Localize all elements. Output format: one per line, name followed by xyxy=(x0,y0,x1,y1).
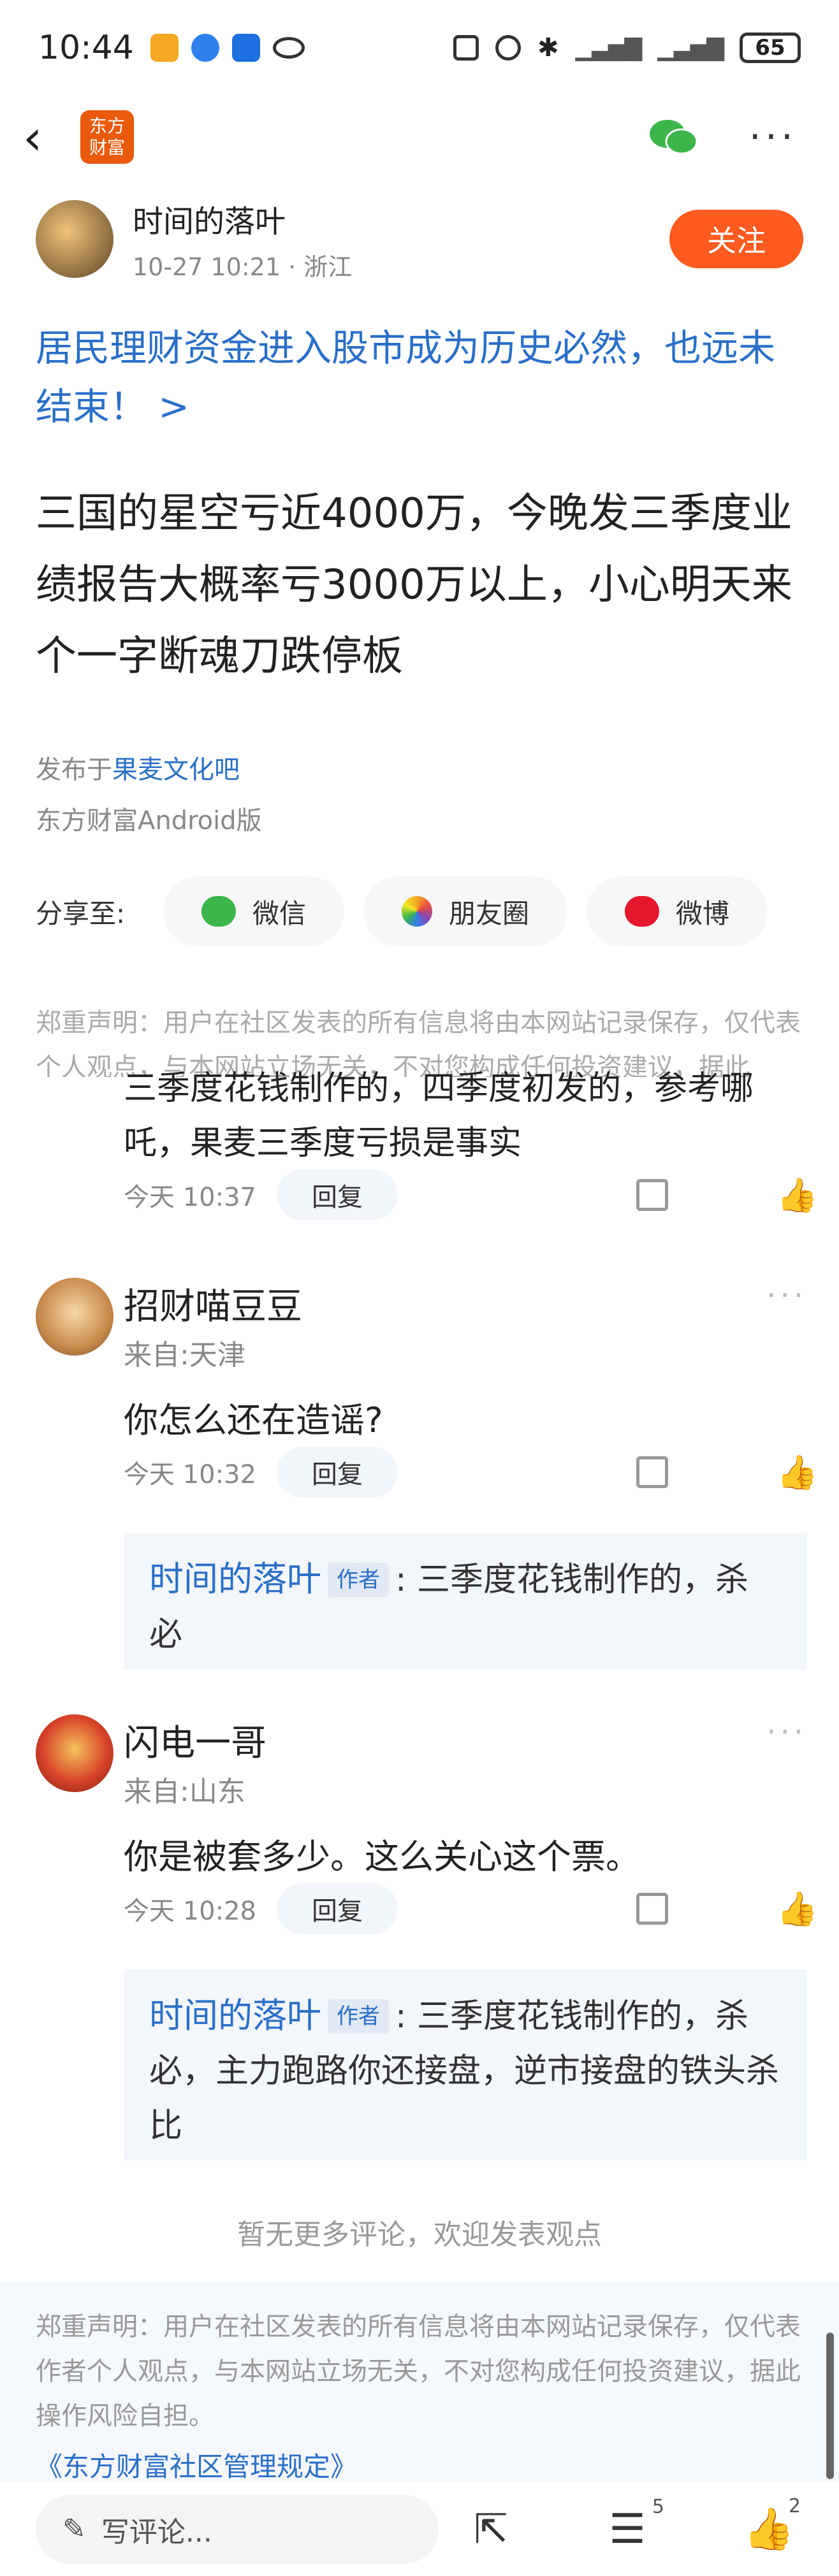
eastmoney-logo: 东方 财富 xyxy=(80,110,134,164)
share-label: 分享至: xyxy=(36,897,126,929)
like-icon[interactable]: 👍 2 xyxy=(743,2495,801,2553)
share-moments-label: 朋友圈 xyxy=(449,897,530,929)
post-body: 三国的星空亏近4000万，今晚发三季度业绩报告大概率亏3000万以上，小心明天来… xyxy=(36,490,792,680)
commenter-location: 来自:天津 xyxy=(124,1339,245,1371)
posted-in: 发布于果麦文化吧 xyxy=(36,749,240,786)
signal-icon: ▁▃▅▇ xyxy=(657,34,724,61)
weibo-icon xyxy=(625,896,660,927)
eye-icon xyxy=(272,37,305,59)
post-source: 东方财富Android版 xyxy=(36,806,262,836)
comment-count: 5 xyxy=(652,2495,664,2518)
more-icon[interactable]: ··· xyxy=(749,115,797,159)
comment-item: 招财喵豆豆 来自:天津 ··· 你怎么还在造谣? xyxy=(36,1278,807,1442)
comment-actions: 今天 10:37 回复 👍 xyxy=(124,1169,818,1220)
like-icon[interactable]: 👍 xyxy=(777,1176,818,1215)
comment-time: 今天 10:37 xyxy=(124,1183,256,1212)
back-icon[interactable]: ‹ xyxy=(23,109,61,166)
app-notification-icon xyxy=(191,34,219,62)
disclaimer-footer: 郑重声明：用户在社区发表的所有信息将由本网站记录保存，仅代表作者个人观点，与本网… xyxy=(0,2282,839,2498)
reply-button[interactable]: 回复 xyxy=(277,1883,398,1934)
comment-text: 三季度花钱制作的，四季度初发的，参考哪吒，果麦三季度亏损是事实 xyxy=(124,1069,754,1162)
post-meta: 10-27 10:21 · 浙江 xyxy=(133,252,353,281)
wechat-icon xyxy=(201,896,236,927)
avatar[interactable] xyxy=(36,1278,113,1356)
follow-button[interactable]: 关注 xyxy=(669,210,803,268)
share-icon[interactable] xyxy=(636,1179,668,1211)
like-icon[interactable]: 👍 xyxy=(777,1890,818,1928)
quoted-reply[interactable]: 时间的落叶 作者: 三季度花钱制作的，杀必，主力跑路你还接盘，逆市接盘的铁头杀比 xyxy=(124,1969,807,2160)
alarm-icon xyxy=(495,35,521,61)
comment-placeholder: 写评论... xyxy=(101,2515,212,2549)
share-icon[interactable] xyxy=(636,1893,668,1925)
more-icon[interactable]: ··· xyxy=(766,1714,807,1750)
share-moments-button[interactable]: 朋友圈 xyxy=(363,876,568,946)
quoted-reply[interactable]: 时间的落叶 作者: 三季度花钱制作的，杀必 xyxy=(124,1533,807,1670)
app-notification-icon xyxy=(150,34,179,62)
notification-icons xyxy=(150,34,305,62)
headline-link[interactable]: 居民理财资金进入股市成为历史必然，也远未结束！ > xyxy=(36,319,807,436)
comment-actions: 今天 10:32 回复 👍 xyxy=(124,1447,818,1498)
status-bar: 10:44 ✱ ▁▃▅▇ ▁▃▅▇ 65 xyxy=(0,0,839,96)
commenter-location: 来自:山东 xyxy=(124,1776,245,1808)
share-wechat-button[interactable]: 微信 xyxy=(163,876,345,946)
author-row: 时间的落叶 10-27 10:21 · 浙江 关注 xyxy=(36,196,803,281)
wechat-share-icon[interactable] xyxy=(648,117,698,157)
battery-icon: 65 xyxy=(740,33,801,63)
quoted-author[interactable]: 时间的落叶 xyxy=(149,1559,321,1599)
scrollbar[interactable] xyxy=(826,2333,834,2479)
like-icon[interactable]: 👍 xyxy=(777,1453,818,1492)
status-time: 10:44 xyxy=(38,29,134,67)
comment-text: 你是被套多少。这么关心这个票。 xyxy=(124,1837,640,1877)
reply-button[interactable]: 回复 xyxy=(277,1169,398,1220)
comment-time: 今天 10:28 xyxy=(124,1897,256,1926)
reply-button[interactable]: 回复 xyxy=(277,1447,398,1498)
quoted-author[interactable]: 时间的落叶 xyxy=(149,1995,321,2036)
comment-item: 闪电一哥 来自:山东 ··· 你是被套多少。这么关心这个票。 xyxy=(36,1714,807,1879)
bluetooth-icon: ✱ xyxy=(537,33,559,62)
share-weibo-label: 微博 xyxy=(676,897,730,929)
share-icon[interactable]: ⇱ xyxy=(471,2506,511,2553)
share-weibo-button[interactable]: 微博 xyxy=(587,876,768,946)
author-tag: 作者 xyxy=(328,1999,389,2034)
commenter-name[interactable]: 闪电一哥 xyxy=(124,1714,266,1766)
no-more-comments: 暂无更多评论，欢迎发表观点 xyxy=(237,2218,602,2251)
avatar[interactable] xyxy=(36,200,113,278)
commenter-name[interactable]: 招财喵豆豆 xyxy=(124,1278,302,1329)
share-wechat-label: 微信 xyxy=(252,897,307,929)
system-icons: ✱ ▁▃▅▇ ▁▃▅▇ 65 xyxy=(453,33,801,63)
more-icon[interactable]: ··· xyxy=(766,1278,807,1313)
comments-icon[interactable]: ☰ 5 xyxy=(607,2496,664,2553)
share-row: 分享至: 微信 朋友圈 微博 xyxy=(36,876,807,946)
comment-time: 今天 10:32 xyxy=(124,1460,256,1489)
author-name[interactable]: 时间的落叶 xyxy=(133,196,352,241)
author-tag: 作者 xyxy=(328,1563,389,1597)
disclaimer-text: 郑重声明：用户在社区发表的所有信息将由本网站记录保存，仅代表作者个人观点，与本网… xyxy=(36,2312,801,2431)
posted-in-label: 发布于 xyxy=(36,755,112,785)
avatar[interactable] xyxy=(36,1714,113,1792)
logo-text: 东方 xyxy=(89,115,125,136)
share-icon[interactable] xyxy=(636,1456,668,1488)
app-notification-icon xyxy=(231,34,260,62)
signal-icon: ▁▃▅▇ xyxy=(575,34,643,61)
pen-icon: ✎ xyxy=(62,2513,86,2545)
comment-text: 你怎么还在造谣? xyxy=(124,1400,383,1440)
comment-actions: 今天 10:28 回复 👍 xyxy=(124,1883,818,1934)
nfc-icon xyxy=(453,35,479,61)
like-count: 2 xyxy=(788,2495,801,2517)
logo-text: 财富 xyxy=(89,137,125,158)
bottom-bar: ✎ 写评论... ⇱ ☰ 5 👍 2 xyxy=(0,2482,839,2576)
bar-link[interactable]: 果麦文化吧 xyxy=(112,755,240,785)
moments-icon xyxy=(402,896,433,927)
comment-input[interactable]: ✎ 写评论... xyxy=(36,2494,439,2564)
top-nav: ‹ 东方 财富 ··· xyxy=(0,96,839,178)
